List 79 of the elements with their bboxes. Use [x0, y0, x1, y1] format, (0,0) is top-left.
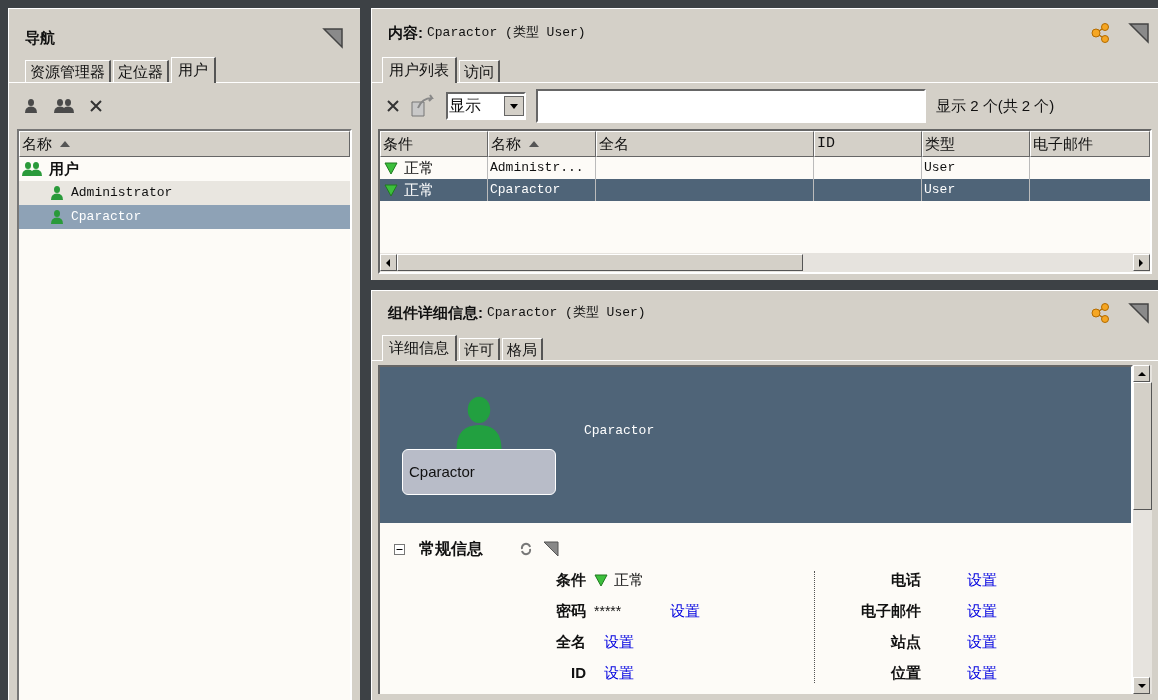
set-link[interactable]: 设置 — [967, 600, 997, 623]
scroll-up-button[interactable] — [1133, 365, 1150, 382]
panel-menu-icon[interactable] — [322, 27, 344, 49]
set-link[interactable]: 设置 — [670, 600, 700, 623]
dropdown-icon — [504, 96, 524, 116]
field-label: 全名 — [555, 632, 587, 653]
refresh-icon[interactable] — [519, 542, 533, 556]
tree-item[interactable]: Administrator — [19, 181, 350, 205]
search-field[interactable] — [536, 89, 926, 123]
panel-menu-icon[interactable] — [1128, 302, 1150, 324]
column-header[interactable]: 名称 — [19, 131, 350, 157]
scrollbar-thumb[interactable] — [1133, 382, 1152, 510]
scroll-down-button[interactable] — [1133, 677, 1150, 694]
tab[interactable]: 详细信息 — [382, 335, 457, 361]
status-ok-icon — [384, 183, 398, 197]
add-user-icon[interactable] — [23, 98, 39, 114]
user-card[interactable]: Cparactor — [402, 449, 556, 495]
field-label: 位置 — [889, 663, 921, 684]
result-count: 显示 2 个(共 2 个) — [936, 95, 1055, 116]
tree-label: Cparactor — [71, 208, 142, 227]
tab[interactable]: 用户列表 — [382, 57, 457, 83]
column-header[interactable]: 类型 — [922, 131, 1030, 157]
user-name: Cparactor — [584, 422, 655, 440]
panel-title: 导航 — [25, 27, 55, 48]
scrollbar-thumb[interactable] — [397, 254, 803, 271]
column-header[interactable]: 条件 — [380, 131, 488, 157]
column-header[interactable]: 电子邮件 — [1030, 131, 1150, 157]
user-icon — [49, 209, 65, 225]
panel-subtitle: Cparactor (类型 User) — [427, 24, 586, 43]
field-value: 正常 — [614, 570, 644, 591]
section-menu-icon[interactable] — [543, 541, 559, 557]
filter-select[interactable]: 显示 — [446, 92, 526, 120]
add-group-icon[interactable] — [53, 98, 75, 114]
scroll-left-button[interactable] — [380, 254, 397, 271]
field-label: 条件 — [555, 570, 587, 591]
section-title: 常规信息 — [419, 539, 484, 559]
users-icon — [21, 161, 43, 177]
tree-label: 用户 — [49, 158, 79, 179]
panel-menu-icon[interactable] — [1128, 22, 1150, 44]
sort-icon — [60, 141, 70, 147]
tree-label: Administrator — [71, 184, 173, 203]
table-cell: User — [922, 179, 1030, 201]
tab[interactable]: 格局 — [502, 338, 543, 360]
tab[interactable]: 资源管理器 — [25, 60, 111, 82]
tab[interactable]: 访问 — [459, 60, 500, 82]
table-row[interactable]: 正常 Cparactor User — [380, 179, 1150, 201]
table-cell: 正常 — [380, 179, 488, 201]
column-header[interactable]: ID — [814, 131, 922, 157]
table-cell: Cparactor — [488, 179, 596, 201]
tab[interactable]: 用户 — [171, 57, 216, 83]
set-link[interactable]: 设置 — [967, 662, 997, 685]
tree-item[interactable]: 用户 — [19, 157, 350, 181]
tab[interactable]: 许可 — [459, 338, 500, 360]
set-link[interactable]: 设置 — [967, 631, 997, 654]
set-link[interactable]: 设置 — [604, 662, 634, 685]
column-header[interactable]: 名称 — [488, 131, 596, 157]
field-label: 电子邮件 — [860, 601, 921, 622]
panel-title: 内容: — [388, 22, 423, 43]
sort-icon — [529, 141, 539, 147]
user-icon — [49, 185, 65, 201]
field-value: ***** — [594, 602, 623, 621]
column-header[interactable]: 全名 — [596, 131, 814, 157]
share-icon[interactable] — [1090, 302, 1112, 324]
share-icon[interactable] — [1090, 22, 1112, 44]
scroll-right-button[interactable] — [1133, 254, 1150, 271]
set-link[interactable]: 设置 — [967, 569, 997, 592]
panel-title: 组件详细信息: — [388, 302, 483, 323]
collapse-icon[interactable] — [394, 543, 405, 555]
field-label: ID — [570, 663, 587, 684]
delete-icon[interactable] — [89, 99, 103, 113]
field-label: 密码 — [555, 601, 587, 622]
field-label: 站点 — [889, 632, 921, 653]
set-link[interactable]: 设置 — [604, 631, 634, 654]
status-ok-icon — [594, 574, 608, 587]
panel-subtitle: Cparactor (类型 User) — [487, 304, 646, 323]
tab[interactable]: 定位器 — [113, 60, 169, 82]
status-ok-icon — [384, 161, 398, 175]
field-label: 电话 — [890, 570, 921, 591]
delete-icon[interactable] — [386, 99, 400, 113]
